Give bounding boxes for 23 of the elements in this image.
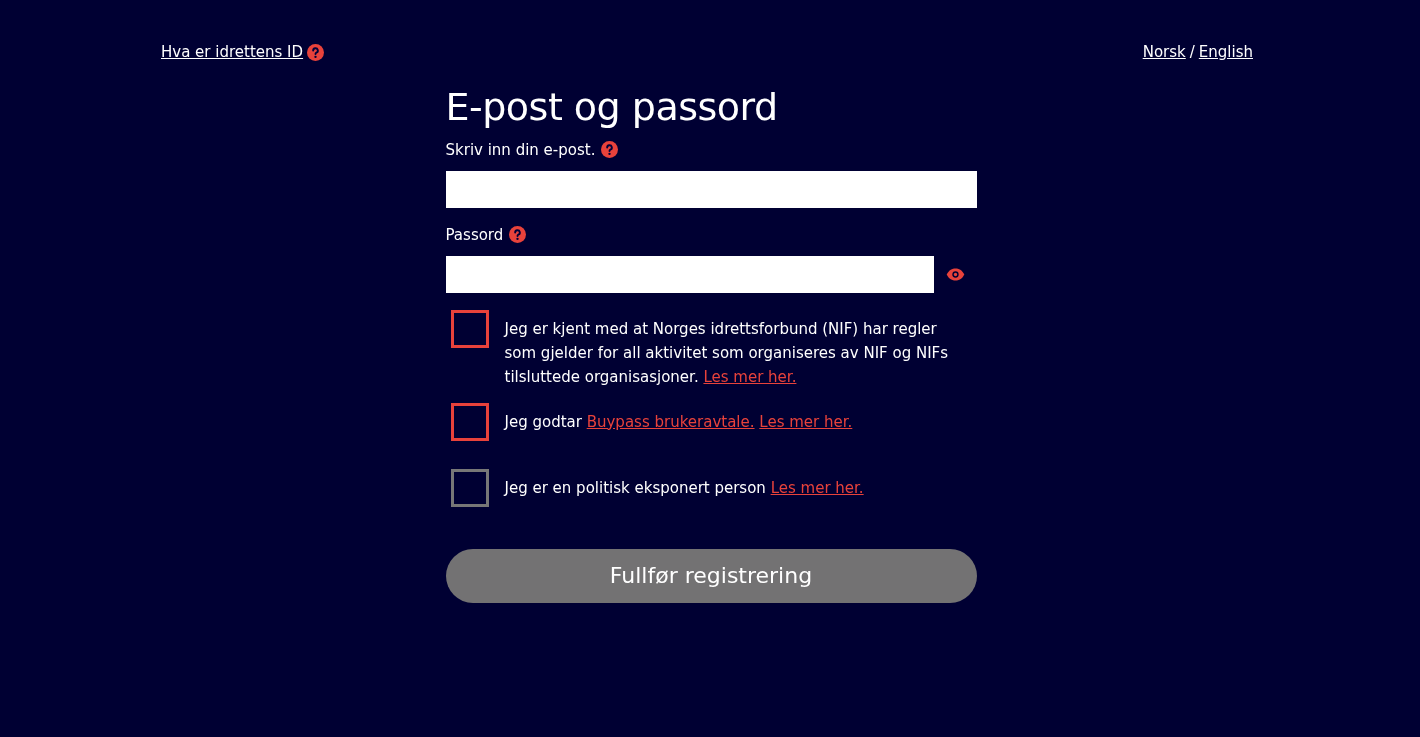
help-icon[interactable]	[601, 141, 619, 159]
checkbox-label: Jeg godtar Buypass brukeravtale. Les mer her.	[504, 411, 853, 433]
checkbox[interactable]	[450, 468, 489, 507]
read-more-link[interactable]: Les mer her.	[759, 412, 853, 431]
language-separator: /	[1189, 43, 1195, 61]
read-more-link[interactable]: Les mer her.	[703, 367, 797, 386]
password-field[interactable]	[445, 255, 934, 293]
read-more-link[interactable]: Les mer her.	[770, 478, 864, 497]
read-more-link[interactable]: Buypass brukeravtale.	[586, 412, 755, 431]
field-label: Skriv inn din e-post.	[445, 140, 596, 159]
help-link[interactable]: Hva er idrettens ID	[161, 43, 325, 61]
checkbox-label: Jeg er en politisk eksponert person Les mer her.	[504, 477, 864, 499]
eye-icon[interactable]	[945, 267, 965, 281]
checkbox[interactable]	[450, 309, 489, 348]
help-icon[interactable]	[307, 43, 325, 61]
checkbox[interactable]	[450, 402, 489, 441]
checkbox-label: Jeg er kjent med at Norges idrettsforbund (NIF) har regler som gjelder for all aktivitet som organiseres av NIF og NIFs tilsluttede organisasjoner. Les mer her.	[504, 318, 950, 388]
field-label: Passord	[445, 225, 504, 244]
email-field[interactable]	[445, 170, 977, 208]
language-link[interactable]: Norsk	[1142, 43, 1186, 61]
language-link[interactable]: English	[1198, 43, 1253, 61]
page-title: E-post og passord	[445, 85, 779, 131]
help-icon[interactable]	[509, 226, 527, 244]
